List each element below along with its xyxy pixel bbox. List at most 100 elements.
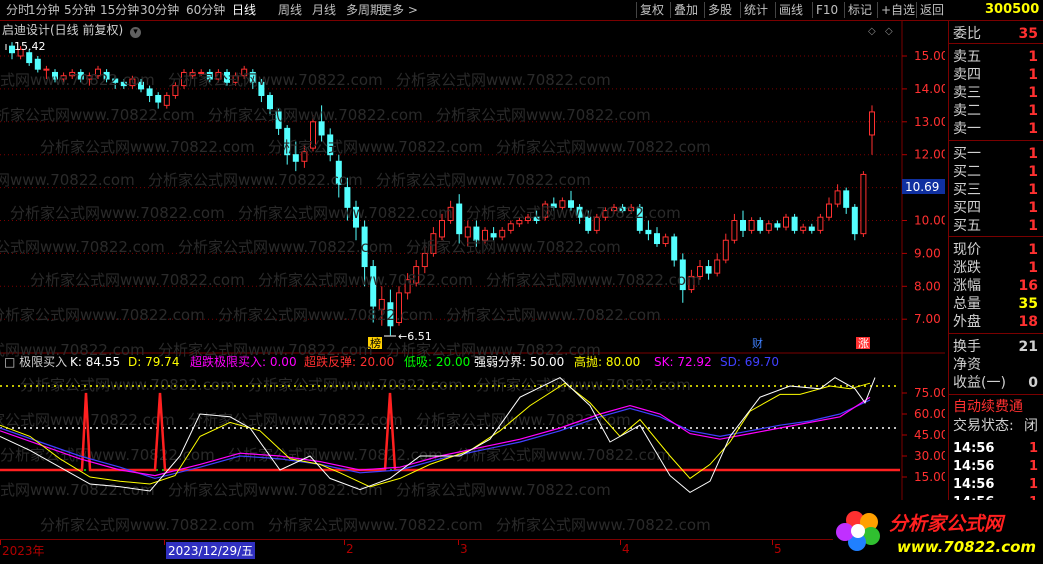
top-toolbar: 分时 1分钟 5分钟 15分钟 30分钟 60分钟 日线 周线 月线 多周期 更多 > 复权 叠加 多股统… — [0, 0, 1043, 21]
price-tick-label: 8.00 — [914, 279, 941, 293]
date-label: 2023年 — [2, 544, 45, 558]
candle-body — [456, 203, 463, 235]
toolbar-button-4[interactable]: 画线 — [779, 2, 803, 18]
indicator-value: K: 84.55 — [70, 355, 120, 369]
quote-row: 买三 1 — [949, 181, 1043, 199]
candle-body — [791, 216, 798, 231]
auto-renew-text[interactable]: 自动续费通 — [953, 398, 1023, 416]
watermark-text: 分析家公式网www.70822.com — [0, 481, 155, 499]
diamond-icon: ◇ — [868, 26, 876, 37]
quote-label: 买三 — [953, 182, 981, 198]
toolbar-tab-3[interactable]: 15分钟 — [100, 2, 139, 18]
candle-body — [490, 233, 497, 238]
toolbar-button-1[interactable]: 叠加 — [674, 2, 698, 18]
indicator-value: 强弱分界: 50.00 — [474, 355, 564, 369]
candle-body — [748, 220, 755, 231]
watermark-text: 分析家公式网www.70822.com — [238, 204, 453, 222]
candle-body — [662, 236, 669, 245]
toolbar-button-7[interactable]: +自选 — [881, 2, 915, 18]
toolbar-tab-1[interactable]: 1分钟 — [28, 2, 60, 18]
quote-label: 委比 — [953, 26, 981, 42]
quote-panel: 委比 35 卖五 1 卖四 1 卖三 1 卖二 1 卖一 1 买一 1 买二 1 买三 1 买四 1 买五 1 现价 1 涨跌 1… — [948, 20, 1043, 540]
candle-body — [765, 223, 772, 231]
quote-row: 现价 1 — [949, 241, 1043, 259]
quote-row: 涨跌 1 — [949, 259, 1043, 277]
quote-value: 1 — [1028, 200, 1038, 216]
watermark-text: 分析家公式网www.70822.com — [10, 204, 225, 222]
indicator-value: 超跌反弹: 20.00 — [304, 354, 394, 369]
candle-body — [808, 226, 815, 231]
watermark-text: 分析家公式网www.70822.com — [496, 138, 711, 156]
trade-state-label: 交易状态: — [953, 418, 1014, 434]
watermark-text: 分析家公式网www.70822.com — [148, 171, 363, 189]
watermark-text: 分析家公式网www.70822.com — [396, 481, 611, 499]
quote-row: 买四 1 — [949, 199, 1043, 217]
toolbar-tab-2[interactable]: 5分钟 — [64, 2, 96, 18]
candle-body — [722, 239, 729, 261]
trade-state-value: 闭 — [1024, 418, 1038, 434]
quote-row: 换手 21 — [949, 338, 1043, 356]
stock-code: 300500 — [985, 2, 1040, 17]
price-tick-label: 12.00 — [914, 148, 945, 162]
kline-chart[interactable]: 15.0014.0013.0012.0011.0010.009.008.007.… — [0, 20, 948, 540]
toolbar-button-0[interactable]: 复权 — [640, 2, 664, 18]
toolbar-tab-9[interactable]: 多周期 — [346, 2, 382, 18]
quote-row: 卖二 1 — [949, 102, 1043, 120]
watermark-text: 分析家公式网www.70822.com — [178, 238, 393, 256]
watermark-text: 分析家公式网www.70822.com — [0, 446, 215, 464]
indicator-value: 高抛: 80.00 — [574, 354, 640, 369]
toolbar-tab-6[interactable]: 日线 — [232, 2, 256, 18]
indicator-value: SK: 72.92 — [654, 355, 712, 369]
toolbar-tab-0[interactable]: 分时 — [6, 2, 30, 18]
candle-body — [439, 220, 445, 238]
quote-row: 外盘 18 — [949, 313, 1043, 331]
date-label: 2023/12/29/五 — [166, 542, 256, 559]
tick-row: 14:561 — [953, 441, 1038, 456]
candle-body — [834, 190, 841, 205]
chart-area[interactable]: 15.0014.0013.0012.0011.0010.009.008.007.… — [0, 20, 948, 540]
candle-body — [860, 173, 867, 235]
watermark-text: 分析家公式网www.70822.com — [486, 271, 701, 289]
candle-body — [507, 223, 514, 231]
date-axis: 2023年 2023/12/29/五 2 3 4 5 — [0, 539, 948, 562]
toolbar-button-8[interactable]: 返回 — [920, 2, 944, 18]
toolbar-button-5[interactable]: F10 — [816, 2, 838, 18]
toolbar-button-3[interactable]: 统计 — [744, 2, 768, 18]
price-tick-label: 14.00 — [914, 82, 945, 96]
quote-value: 1 — [1028, 260, 1038, 276]
watermark-text: 分析家公式网www.70822.com — [0, 238, 165, 256]
toolbar-tab-5[interactable]: 60分钟 — [186, 2, 225, 18]
date-label: 4 — [622, 542, 630, 556]
toolbar-tab-7[interactable]: 周线 — [278, 2, 302, 18]
candle-body — [869, 111, 875, 136]
toolbar-button-2[interactable]: 多股 — [708, 2, 732, 18]
toolbar-tab-8[interactable]: 月线 — [312, 2, 336, 18]
quote-value: 35 — [1018, 296, 1038, 312]
quote-row: 委比 35 — [949, 25, 1043, 43]
quote-label: 换手 — [953, 339, 981, 355]
toolbar-button-6[interactable]: 标记 — [848, 2, 872, 18]
toolbar-tab-4[interactable]: 30分钟 — [140, 2, 179, 18]
quote-value: 1 — [1028, 182, 1038, 198]
quote-value: 18 — [1018, 314, 1038, 330]
watermark-text: 分析家公式网www.70822.com — [376, 171, 591, 189]
quote-row: 卖一 1 — [949, 120, 1043, 138]
marker-label: 财 — [752, 336, 763, 350]
watermark-text: 分析家公式网www.70822.com — [40, 138, 255, 156]
quote-row: 买一 1 — [949, 145, 1043, 163]
tick-row: 14:561 — [953, 477, 1038, 492]
site-logo: 分析家公式网 www.70822.com — [833, 500, 1043, 561]
watermark-text: 分析家公式网www.70822.com — [0, 306, 205, 324]
candle-body — [817, 216, 824, 231]
candle-body — [464, 226, 471, 238]
quote-value: 16 — [1018, 278, 1038, 294]
quote-value: 21 — [1018, 339, 1038, 355]
quote-label: 卖四 — [953, 67, 981, 83]
indicator-tick-label: 15.00 — [914, 470, 945, 484]
watermark-text: 分析家公式网www.70822.com — [268, 138, 483, 156]
dropdown-icon[interactable]: ▾ — [130, 27, 142, 38]
toolbar-tab-10[interactable]: 更多 > — [380, 2, 418, 18]
watermark-text: 分析家公式网www.70822.com — [168, 481, 383, 499]
candle-body — [34, 58, 41, 70]
candle-body — [705, 266, 712, 274]
